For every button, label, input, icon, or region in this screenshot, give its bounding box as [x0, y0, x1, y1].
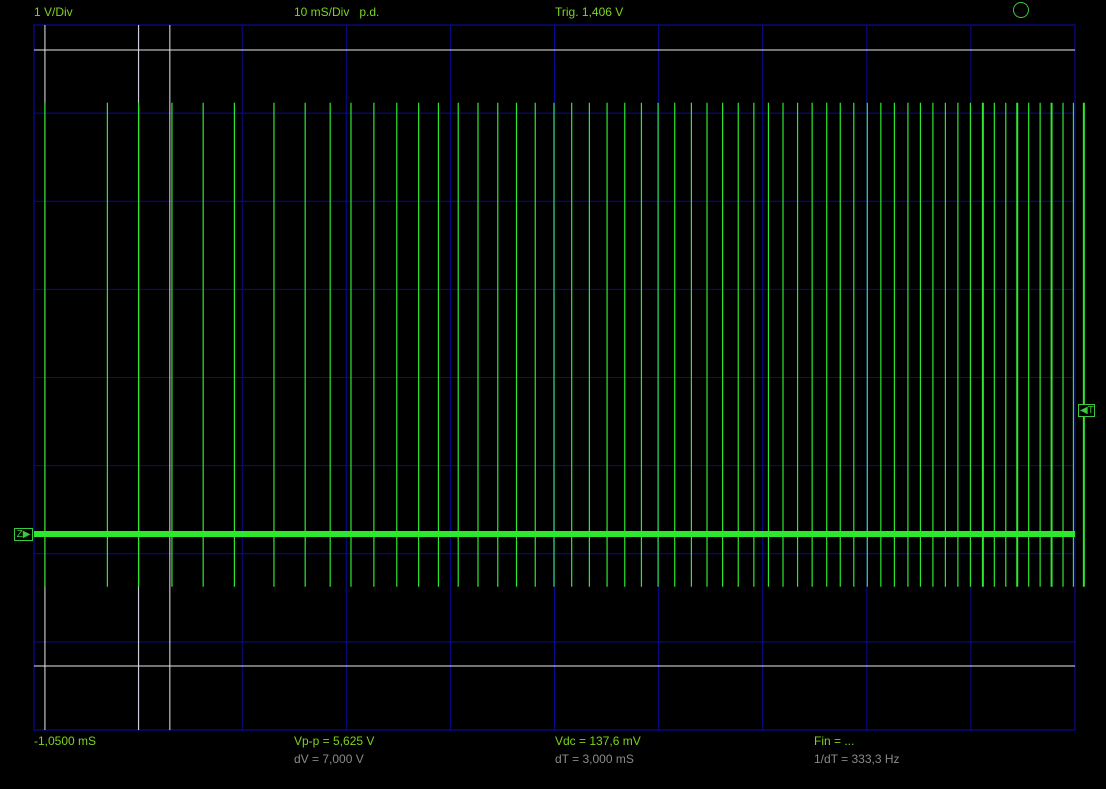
- vdc-readout: Vdc = 137,6 mV: [555, 734, 641, 748]
- oscilloscope-screen: [33, 24, 1085, 731]
- dv-readout: dV = 7,000 V: [294, 752, 364, 766]
- trigger-marker[interactable]: ◀T: [1078, 404, 1095, 417]
- circle-icon[interactable]: [1013, 2, 1029, 18]
- inv-dt-readout: 1/dT = 333,3 Hz: [814, 752, 900, 766]
- ground-marker[interactable]: Z▶: [14, 528, 33, 541]
- dt-readout: dT = 3,000 mS: [555, 752, 634, 766]
- vpp-readout: Vp-p = 5,625 V: [294, 734, 375, 748]
- time-offset-readout: -1,0500 mS: [34, 734, 97, 748]
- trigger-level-label: Trig. 1,406 V: [555, 5, 624, 19]
- volts-per-div-label: 1 V/Div: [34, 5, 73, 19]
- time-per-div-label: 10 mS/Div p.d.: [294, 5, 380, 19]
- fin-readout: Fin = ...: [814, 734, 855, 748]
- trigger-marker-label: T: [1087, 405, 1094, 416]
